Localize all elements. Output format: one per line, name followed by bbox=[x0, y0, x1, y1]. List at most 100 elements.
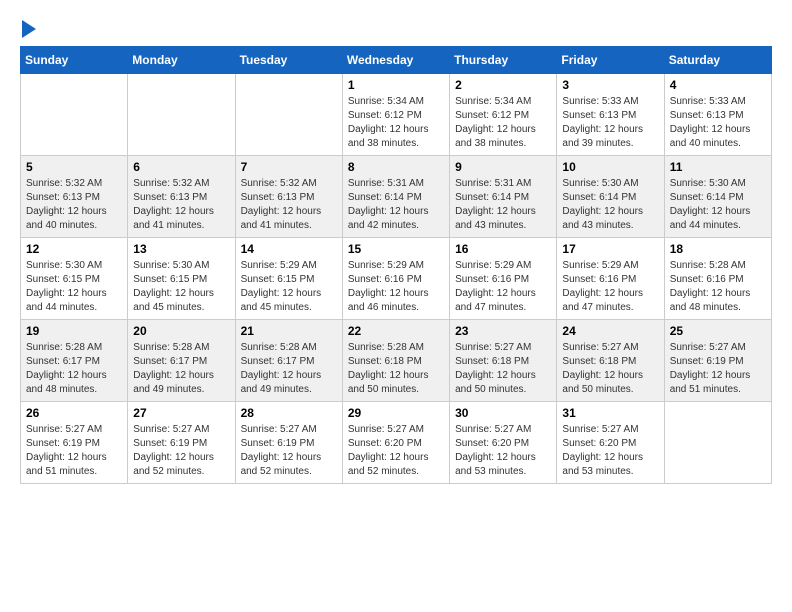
calendar-cell: 8 Sunrise: 5:31 AMSunset: 6:14 PMDaylight… bbox=[342, 156, 449, 238]
day-number: 14 bbox=[241, 242, 337, 256]
day-number: 6 bbox=[133, 160, 229, 174]
day-info: Sunrise: 5:27 AMSunset: 6:18 PMDaylight:… bbox=[562, 341, 658, 397]
day-info: Sunrise: 5:27 AMSunset: 6:20 PMDaylight:… bbox=[348, 423, 444, 479]
calendar-cell: 30Sunrise: 5:27 AMSunset: 6:20 PMDayligh… bbox=[450, 402, 557, 484]
day-number: 27 bbox=[133, 406, 229, 420]
day-number: 12 bbox=[26, 242, 122, 256]
day-number: 4 bbox=[670, 78, 766, 92]
day-info: Sunrise: 5:31 AMSunset: 6:14 PMDaylight:… bbox=[348, 177, 444, 233]
logo bbox=[20, 20, 36, 36]
day-number: 19 bbox=[26, 324, 122, 338]
day-info: Sunrise: 5:31 AMSunset: 6:14 PMDaylight:… bbox=[455, 177, 551, 233]
day-number: 8 bbox=[348, 160, 444, 174]
day-number: 22 bbox=[348, 324, 444, 338]
day-info: Sunrise: 5:34 AMSunset: 6:12 PMDaylight:… bbox=[348, 95, 444, 151]
logo-arrow-icon bbox=[22, 20, 36, 38]
calendar-cell: 11Sunrise: 5:30 AMSunset: 6:14 PMDayligh… bbox=[664, 156, 771, 238]
day-info: Sunrise: 5:28 AMSunset: 6:17 PMDaylight:… bbox=[133, 341, 229, 397]
day-info: Sunrise: 5:27 AMSunset: 6:20 PMDaylight:… bbox=[562, 423, 658, 479]
day-number: 29 bbox=[348, 406, 444, 420]
day-number: 10 bbox=[562, 160, 658, 174]
day-info: Sunrise: 5:27 AMSunset: 6:19 PMDaylight:… bbox=[241, 423, 337, 479]
weekday-header-tuesday: Tuesday bbox=[235, 47, 342, 74]
calendar-cell: 10 Sunrise: 5:30 AMSunset: 6:14 PMDayligh… bbox=[557, 156, 664, 238]
calendar-cell: 26 Sunrise: 5:27 AMSunset: 6:19 PMDayligh… bbox=[21, 402, 128, 484]
calendar-cell: 15 Sunrise: 5:29 AMSunset: 6:16 PMDayligh… bbox=[342, 238, 449, 320]
weekday-header-wednesday: Wednesday bbox=[342, 47, 449, 74]
day-number: 18 bbox=[670, 242, 766, 256]
calendar-header: SundayMondayTuesdayWednesdayThursdayFrid… bbox=[21, 47, 772, 74]
calendar-cell: 12 Sunrise: 5:30 AMSunset: 6:15 PMDayligh… bbox=[21, 238, 128, 320]
calendar-cell: 17Sunrise: 5:29 AMSunset: 6:16 PMDayligh… bbox=[557, 238, 664, 320]
calendar-cell bbox=[128, 74, 235, 156]
day-number: 3 bbox=[562, 78, 658, 92]
day-info: Sunrise: 5:30 AMSunset: 6:15 PMDaylight:… bbox=[26, 259, 122, 315]
day-number: 9 bbox=[455, 160, 551, 174]
calendar-cell: 20 Sunrise: 5:28 AMSunset: 6:17 PMDayligh… bbox=[128, 320, 235, 402]
day-info: Sunrise: 5:28 AMSunset: 6:17 PMDaylight:… bbox=[26, 341, 122, 397]
day-info: Sunrise: 5:30 AMSunset: 6:14 PMDaylight:… bbox=[562, 177, 658, 233]
weekday-header-friday: Friday bbox=[557, 47, 664, 74]
day-info: Sunrise: 5:27 AMSunset: 6:20 PMDaylight:… bbox=[455, 423, 551, 479]
calendar-week-row: 19 Sunrise: 5:28 AMSunset: 6:17 PMDayligh… bbox=[21, 320, 772, 402]
calendar-cell: 29 Sunrise: 5:27 AMSunset: 6:20 PMDayligh… bbox=[342, 402, 449, 484]
day-number: 21 bbox=[241, 324, 337, 338]
weekday-header-thursday: Thursday bbox=[450, 47, 557, 74]
calendar-cell: 5 Sunrise: 5:32 AMSunset: 6:13 PMDaylight… bbox=[21, 156, 128, 238]
calendar-cell bbox=[21, 74, 128, 156]
day-info: Sunrise: 5:33 AMSunset: 6:13 PMDaylight:… bbox=[670, 95, 766, 151]
day-info: Sunrise: 5:34 AMSunset: 6:12 PMDaylight:… bbox=[455, 95, 551, 151]
calendar-cell: 9 Sunrise: 5:31 AMSunset: 6:14 PMDaylight… bbox=[450, 156, 557, 238]
day-number: 31 bbox=[562, 406, 658, 420]
calendar-cell: 2 Sunrise: 5:34 AMSunset: 6:12 PMDaylight… bbox=[450, 74, 557, 156]
calendar-cell: 7 Sunrise: 5:32 AMSunset: 6:13 PMDaylight… bbox=[235, 156, 342, 238]
day-number: 28 bbox=[241, 406, 337, 420]
day-number: 24 bbox=[562, 324, 658, 338]
day-info: Sunrise: 5:30 AMSunset: 6:15 PMDaylight:… bbox=[133, 259, 229, 315]
calendar-week-row: 12 Sunrise: 5:30 AMSunset: 6:15 PMDayligh… bbox=[21, 238, 772, 320]
day-info: Sunrise: 5:27 AMSunset: 6:19 PMDaylight:… bbox=[133, 423, 229, 479]
calendar-cell: 21 Sunrise: 5:28 AMSunset: 6:17 PMDayligh… bbox=[235, 320, 342, 402]
day-number: 15 bbox=[348, 242, 444, 256]
calendar-cell: 16 Sunrise: 5:29 AMSunset: 6:16 PMDayligh… bbox=[450, 238, 557, 320]
calendar-cell: 25Sunrise: 5:27 AMSunset: 6:19 PMDayligh… bbox=[664, 320, 771, 402]
day-info: Sunrise: 5:29 AMSunset: 6:16 PMDaylight:… bbox=[348, 259, 444, 315]
day-info: Sunrise: 5:32 AMSunset: 6:13 PMDaylight:… bbox=[241, 177, 337, 233]
day-info: Sunrise: 5:28 AMSunset: 6:17 PMDaylight:… bbox=[241, 341, 337, 397]
calendar-body: 1 Sunrise: 5:34 AMSunset: 6:12 PMDaylight… bbox=[21, 74, 772, 484]
day-info: Sunrise: 5:28 AMSunset: 6:18 PMDaylight:… bbox=[348, 341, 444, 397]
day-number: 13 bbox=[133, 242, 229, 256]
calendar-cell: 19 Sunrise: 5:28 AMSunset: 6:17 PMDayligh… bbox=[21, 320, 128, 402]
calendar-week-row: 5 Sunrise: 5:32 AMSunset: 6:13 PMDaylight… bbox=[21, 156, 772, 238]
calendar-cell: 13 Sunrise: 5:30 AMSunset: 6:15 PMDayligh… bbox=[128, 238, 235, 320]
calendar-cell: 22 Sunrise: 5:28 AMSunset: 6:18 PMDayligh… bbox=[342, 320, 449, 402]
page-header bbox=[20, 20, 772, 36]
calendar-cell: 24 Sunrise: 5:27 AMSunset: 6:18 PMDayligh… bbox=[557, 320, 664, 402]
calendar-cell: 3Sunrise: 5:33 AMSunset: 6:13 PMDaylight… bbox=[557, 74, 664, 156]
day-number: 26 bbox=[26, 406, 122, 420]
calendar-cell bbox=[664, 402, 771, 484]
day-info: Sunrise: 5:27 AMSunset: 6:19 PMDaylight:… bbox=[26, 423, 122, 479]
day-number: 16 bbox=[455, 242, 551, 256]
weekday-header-row: SundayMondayTuesdayWednesdayThursdayFrid… bbox=[21, 47, 772, 74]
calendar-cell: 31 Sunrise: 5:27 AMSunset: 6:20 PMDayligh… bbox=[557, 402, 664, 484]
day-info: Sunrise: 5:29 AMSunset: 6:16 PMDaylight:… bbox=[455, 259, 551, 315]
calendar-cell: 6Sunrise: 5:32 AMSunset: 6:13 PMDaylight… bbox=[128, 156, 235, 238]
day-number: 11 bbox=[670, 160, 766, 174]
day-info: Sunrise: 5:32 AMSunset: 6:13 PMDaylight:… bbox=[26, 177, 122, 233]
day-number: 1 bbox=[348, 78, 444, 92]
calendar-table: SundayMondayTuesdayWednesdayThursdayFrid… bbox=[20, 46, 772, 484]
calendar-cell: 4 Sunrise: 5:33 AMSunset: 6:13 PMDaylight… bbox=[664, 74, 771, 156]
day-number: 5 bbox=[26, 160, 122, 174]
day-number: 25 bbox=[670, 324, 766, 338]
day-number: 20 bbox=[133, 324, 229, 338]
day-number: 2 bbox=[455, 78, 551, 92]
day-info: Sunrise: 5:29 AMSunset: 6:16 PMDaylight:… bbox=[562, 259, 658, 315]
calendar-cell: 28 Sunrise: 5:27 AMSunset: 6:19 PMDayligh… bbox=[235, 402, 342, 484]
day-number: 7 bbox=[241, 160, 337, 174]
day-info: Sunrise: 5:28 AMSunset: 6:16 PMDaylight:… bbox=[670, 259, 766, 315]
weekday-header-sunday: Sunday bbox=[21, 47, 128, 74]
calendar-cell: 14 Sunrise: 5:29 AMSunset: 6:15 PMDayligh… bbox=[235, 238, 342, 320]
day-info: Sunrise: 5:29 AMSunset: 6:15 PMDaylight:… bbox=[241, 259, 337, 315]
calendar-cell: 27 Sunrise: 5:27 AMSunset: 6:19 PMDayligh… bbox=[128, 402, 235, 484]
